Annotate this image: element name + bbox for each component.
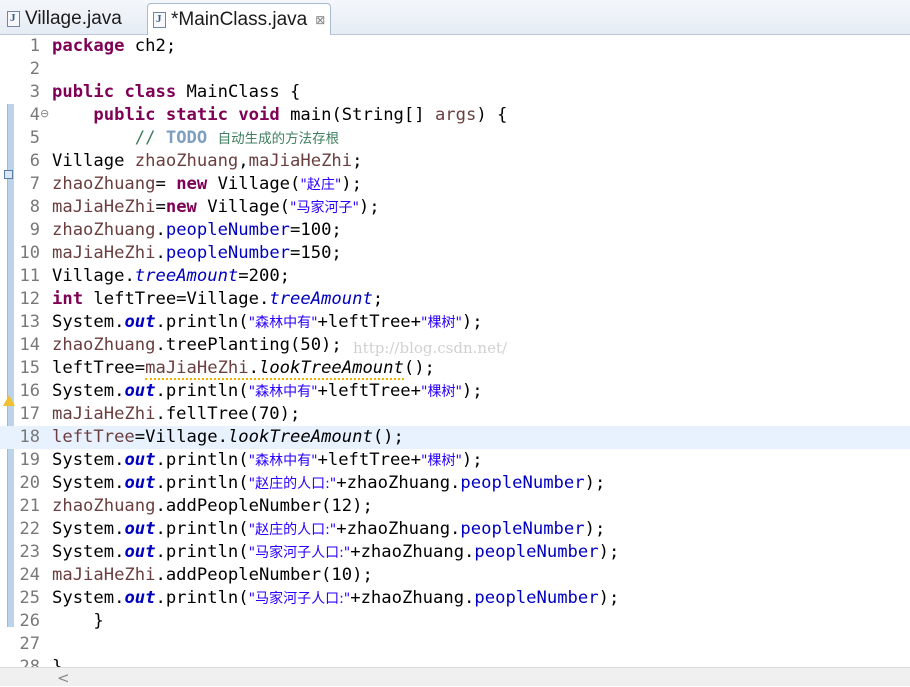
code-text: maJiaHeZhi.fellTree(70); bbox=[52, 404, 301, 424]
code-line: 3 public class MainClass { bbox=[0, 81, 910, 104]
tab-label: *MainClass.java bbox=[171, 8, 308, 30]
code-text: Village zhaoZhuang,maJiaHeZhi; bbox=[52, 151, 363, 171]
code-text: } bbox=[52, 657, 63, 667]
tab-mainclass-java[interactable]: *MainClass.java ⊠ bbox=[147, 3, 331, 35]
line-number: 27 bbox=[19, 634, 40, 654]
horizontal-scrollbar[interactable]: < bbox=[0, 667, 910, 687]
line-number: 1 bbox=[29, 36, 40, 56]
code-line: 19 System.out.println("森林中有"+leftTree+"棵… bbox=[0, 449, 910, 472]
code-text: int leftTree=Village.treeAmount; bbox=[52, 289, 384, 309]
code-line: 4 ⊖ public static void main(String[] arg… bbox=[0, 104, 910, 127]
code-line: 17 maJiaHeZhi.fellTree(70); bbox=[0, 403, 910, 426]
code-line: 16 System.out.println("森林中有"+leftTree+"棵… bbox=[0, 380, 910, 403]
line-number: 7 bbox=[29, 174, 40, 194]
close-icon[interactable]: ⊠ bbox=[315, 13, 325, 27]
code-editor[interactable]: 1 package ch2; 2 3 public class MainClas… bbox=[0, 35, 910, 667]
line-number: 2 bbox=[29, 59, 40, 79]
line-number: 24 bbox=[19, 565, 40, 585]
code-text: } bbox=[52, 611, 104, 631]
code-line: 21 zhaoZhuang.addPeopleNumber(12); bbox=[0, 495, 910, 518]
code-text: System.out.println("赵庄的人口:"+zhaoZhuang.p… bbox=[52, 473, 606, 493]
code-text: System.out.println("马家河子人口:"+zhaoZhuang.… bbox=[52, 542, 620, 562]
code-line: 1 package ch2; bbox=[0, 35, 910, 58]
code-line: 5 // TODO 自动生成的方法存根 bbox=[0, 127, 910, 150]
code-text: public static void main(String[] args) { bbox=[93, 105, 508, 125]
code-text: maJiaHeZhi.addPeopleNumber(10); bbox=[52, 565, 373, 585]
code-line: 9 zhaoZhuang.peopleNumber=100; bbox=[0, 219, 910, 242]
code-text: zhaoZhuang.addPeopleNumber(12); bbox=[52, 496, 373, 516]
code-text: zhaoZhuang.peopleNumber=100; bbox=[52, 220, 342, 240]
code-line: 2 bbox=[0, 58, 910, 81]
line-number: 8 bbox=[29, 197, 40, 217]
line-number: 16 bbox=[19, 381, 40, 401]
code-line: 24 maJiaHeZhi.addPeopleNumber(10); bbox=[0, 564, 910, 587]
code-line: 13 System.out.println("森林中有"+leftTree+"棵… bbox=[0, 311, 910, 334]
code-line: 10 maJiaHeZhi.peopleNumber=150; bbox=[0, 242, 910, 265]
code-line: 23 System.out.println("马家河子人口:"+zhaoZhua… bbox=[0, 541, 910, 564]
code-line: 27 bbox=[0, 633, 910, 656]
code-line: 20 System.out.println("赵庄的人口:"+zhaoZhuan… bbox=[0, 472, 910, 495]
line-number: 14 bbox=[19, 335, 40, 355]
code-text: System.out.println("森林中有"+leftTree+"棵树")… bbox=[52, 381, 483, 401]
line-number: 28 bbox=[19, 657, 40, 667]
editor-tab-bar: Village.java *MainClass.java ⊠ bbox=[0, 0, 910, 35]
code-line: 11 Village.treeAmount=200; bbox=[0, 265, 910, 288]
tab-village-java[interactable]: Village.java bbox=[0, 3, 146, 34]
code-line: 25 System.out.println("马家河子人口:"+zhaoZhua… bbox=[0, 587, 910, 610]
line-number: 11 bbox=[19, 266, 40, 286]
code-text: package ch2; bbox=[52, 36, 177, 56]
code-text: maJiaHeZhi.peopleNumber=150; bbox=[52, 243, 342, 263]
tab-label: Village.java bbox=[25, 7, 122, 29]
java-file-icon bbox=[153, 11, 166, 28]
code-text: maJiaHeZhi=new Village("马家河子"); bbox=[52, 197, 380, 217]
line-number: 26 bbox=[19, 611, 40, 631]
code-text: public class MainClass { bbox=[52, 82, 301, 102]
code-text: leftTree=maJiaHeZhi.lookTreeAmount(); bbox=[52, 358, 435, 380]
code-line-current: 18 leftTree=Village.lookTreeAmount(); bbox=[0, 426, 910, 449]
line-number: 15 bbox=[19, 358, 40, 378]
code-line: 6 Village zhaoZhuang,maJiaHeZhi; bbox=[0, 150, 910, 173]
line-number: 22 bbox=[19, 519, 40, 539]
line-number: 20 bbox=[19, 473, 40, 493]
line-number: 3 bbox=[29, 82, 40, 102]
code-text: System.out.println("赵庄的人口:"+zhaoZhuang.p… bbox=[52, 519, 606, 539]
code-text: zhaoZhuang.treePlanting(50); bbox=[52, 335, 342, 355]
watermark-text: http://blog.csdn.net/ bbox=[353, 339, 508, 357]
code-line: 15 leftTree=maJiaHeZhi.lookTreeAmount(); bbox=[0, 357, 910, 380]
code-line: 28 } bbox=[0, 656, 910, 667]
line-number: 12 bbox=[19, 289, 40, 309]
code-text: System.out.println("森林中有"+leftTree+"棵树")… bbox=[52, 312, 483, 332]
line-number: 17 bbox=[19, 404, 40, 424]
line-number: 10 bbox=[19, 243, 40, 263]
line-number: 6 bbox=[29, 151, 40, 171]
line-number: 4 bbox=[29, 105, 40, 125]
code-text: System.out.println("马家河子人口:"+zhaoZhuang.… bbox=[52, 588, 620, 608]
line-number: 13 bbox=[19, 312, 40, 332]
code-text: Village.treeAmount=200; bbox=[52, 266, 291, 286]
code-text: System.out.println("森林中有"+leftTree+"棵树")… bbox=[52, 450, 483, 470]
java-file-icon bbox=[7, 10, 20, 27]
code-line: 8 maJiaHeZhi=new Village("马家河子"); bbox=[0, 196, 910, 219]
code-line: 7 zhaoZhuang= new Village("赵庄"); bbox=[0, 173, 910, 196]
scroll-left-arrow-icon[interactable]: < bbox=[57, 669, 70, 687]
line-number: 18 bbox=[19, 427, 40, 447]
line-number: 5 bbox=[29, 128, 40, 148]
line-number: 25 bbox=[19, 588, 40, 608]
code-text: leftTree=Village.lookTreeAmount(); bbox=[52, 427, 404, 447]
line-number: 9 bbox=[29, 220, 40, 240]
code-line: 26 } bbox=[0, 610, 910, 633]
line-number: 23 bbox=[19, 542, 40, 562]
fold-collapse-icon[interactable]: ⊖ bbox=[40, 107, 49, 120]
code-text: zhaoZhuang= new Village("赵庄"); bbox=[52, 174, 362, 194]
code-line: 22 System.out.println("赵庄的人口:"+zhaoZhuan… bbox=[0, 518, 910, 541]
code-line: 12 int leftTree=Village.treeAmount; bbox=[0, 288, 910, 311]
line-number: 19 bbox=[19, 450, 40, 470]
line-number: 21 bbox=[19, 496, 40, 516]
code-text: // TODO 自动生成的方法存根 bbox=[134, 128, 340, 148]
